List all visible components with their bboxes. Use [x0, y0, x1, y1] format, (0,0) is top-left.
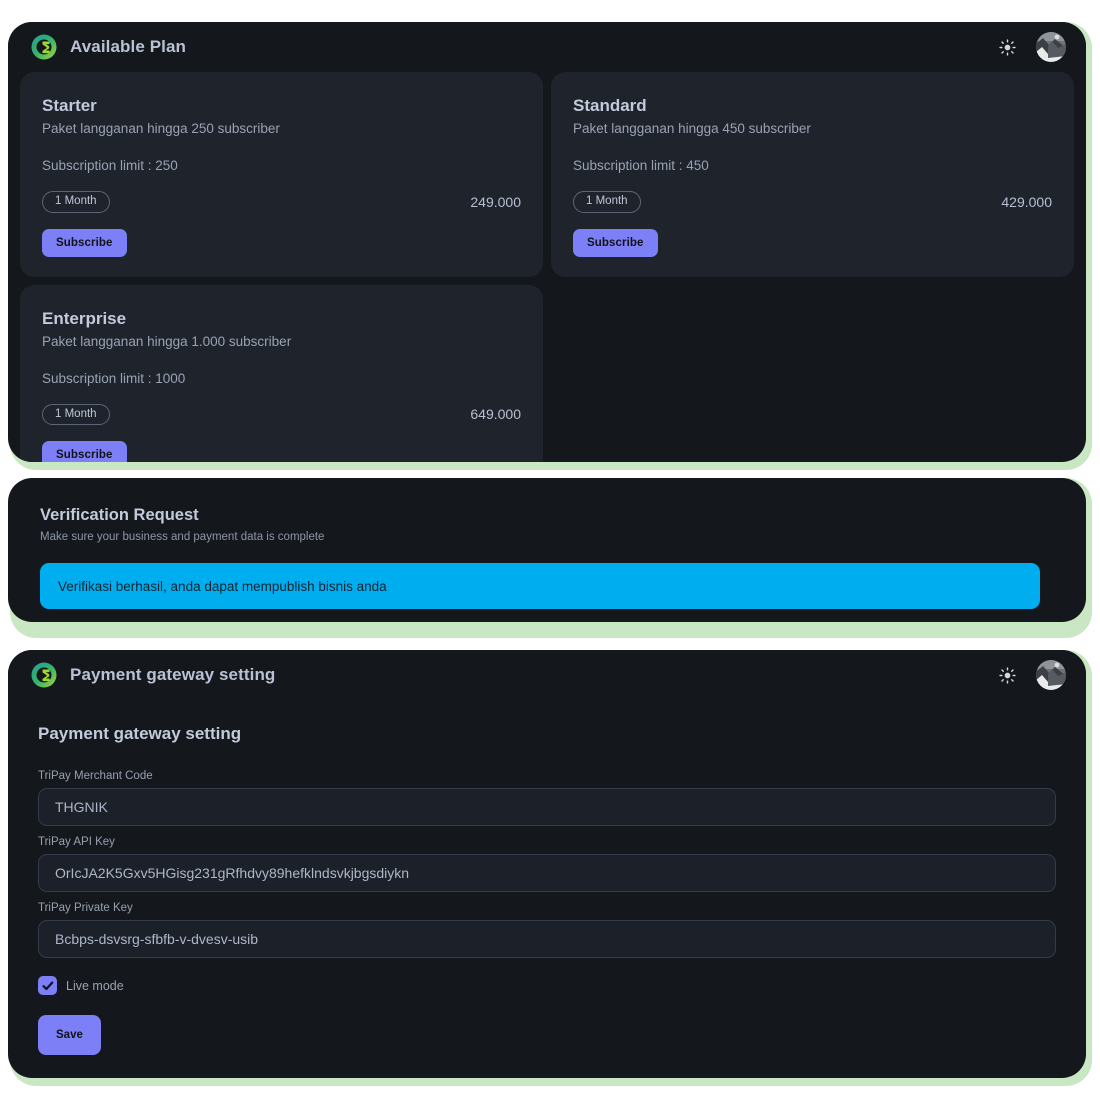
merchant-code-input[interactable] [38, 788, 1056, 826]
live-mode-row: Live mode [38, 976, 1056, 995]
plan-grid-empty-slot [551, 285, 1074, 462]
subscribe-button[interactable]: Subscribe [573, 228, 658, 257]
plan-duration-badge: 1 Month [42, 403, 110, 426]
plan-name: Standard [573, 96, 647, 115]
payment-topbar-actions [999, 660, 1066, 690]
plan-price: 429.000 [1001, 193, 1052, 210]
live-mode-checkbox[interactable] [38, 976, 57, 995]
plan-description: Paket langganan hingga 450 subscriber [573, 121, 811, 136]
plan-limit: Subscription limit : 450 [573, 158, 709, 173]
subscribe-button[interactable]: Subscribe [42, 228, 127, 257]
app-root: Available Plan Starter Paket langganan h… [0, 0, 1100, 1100]
payment-gateway-window: Payment gateway setting Payment gateway … [8, 650, 1086, 1078]
plan-card-standard[interactable]: Standard Paket langganan hingga 450 subs… [551, 72, 1074, 277]
verification-request-window: Verification Request Make sure your busi… [8, 478, 1086, 622]
verification-title: Verification Request [40, 506, 199, 524]
brand: Payment gateway setting [30, 661, 275, 689]
plan-card-enterprise[interactable]: Enterprise Paket langganan hingga 1.000 … [20, 284, 543, 462]
user-avatar[interactable] [1036, 660, 1066, 690]
verification-body: Verification Request Make sure your busi… [8, 478, 1086, 609]
verification-success-alert: Verifikasi berhasil, anda dapat mempubli… [40, 563, 1040, 609]
plans-topbar-actions [999, 32, 1066, 62]
plans-body: Starter Paket langganan hingga 250 subsc… [8, 72, 1086, 462]
available-plan-window: Available Plan Starter Paket langganan h… [8, 22, 1086, 462]
plan-price-row: 1 Month 649.000 [42, 403, 521, 426]
plans-topbar: Available Plan [8, 22, 1086, 72]
plan-description: Paket langganan hingga 250 subscriber [42, 121, 280, 136]
plan-limit: Subscription limit : 1000 [42, 370, 186, 386]
brand-logo-icon [30, 661, 58, 689]
save-button[interactable]: Save [38, 1015, 101, 1055]
plan-price-row: 1 Month 249.000 [42, 191, 521, 213]
brand-logo-icon [30, 33, 58, 61]
plan-grid: Starter Paket langganan hingga 250 subsc… [18, 72, 1076, 462]
live-mode-label: Live mode [66, 978, 124, 993]
sun-icon[interactable] [999, 666, 1016, 684]
sun-icon[interactable] [999, 38, 1016, 56]
merchant-code-field-group: TriPay Merchant Code [38, 770, 1056, 826]
plan-name: Enterprise [42, 308, 127, 328]
plan-limit: Subscription limit : 250 [42, 158, 178, 173]
window-title: Available Plan [70, 37, 187, 56]
api-key-label: TriPay API Key [38, 836, 115, 848]
brand: Available Plan [30, 33, 186, 61]
window-title: Payment gateway setting [70, 665, 276, 684]
api-key-input[interactable] [38, 854, 1056, 892]
payment-gateway-body: Payment gateway setting TriPay Merchant … [8, 700, 1086, 1055]
plan-duration-badge: 1 Month [42, 191, 110, 213]
plan-description: Paket langganan hingga 1.000 subscriber [42, 333, 292, 349]
merchant-code-label: TriPay Merchant Code [38, 770, 153, 782]
verification-subtitle: Make sure your business and payment data… [40, 531, 325, 543]
plan-price: 249.000 [470, 193, 521, 210]
plan-price-row: 1 Month 429.000 [573, 191, 1052, 213]
plan-price: 649.000 [470, 406, 521, 423]
plan-name: Starter [42, 96, 97, 115]
api-key-field-group: TriPay API Key [38, 836, 1056, 892]
plan-duration-badge: 1 Month [573, 191, 641, 213]
subscribe-button[interactable]: Subscribe [42, 441, 127, 462]
verification-alert-text: Verifikasi berhasil, anda dapat mempubli… [58, 578, 387, 594]
private-key-label: TriPay Private Key [38, 902, 133, 914]
user-avatar[interactable] [1036, 32, 1066, 62]
plan-card-starter[interactable]: Starter Paket langganan hingga 250 subsc… [20, 72, 543, 277]
payment-topbar: Payment gateway setting [8, 650, 1086, 700]
section-title: Payment gateway setting [38, 724, 242, 743]
private-key-input[interactable] [38, 920, 1056, 958]
private-key-field-group: TriPay Private Key [38, 902, 1056, 958]
